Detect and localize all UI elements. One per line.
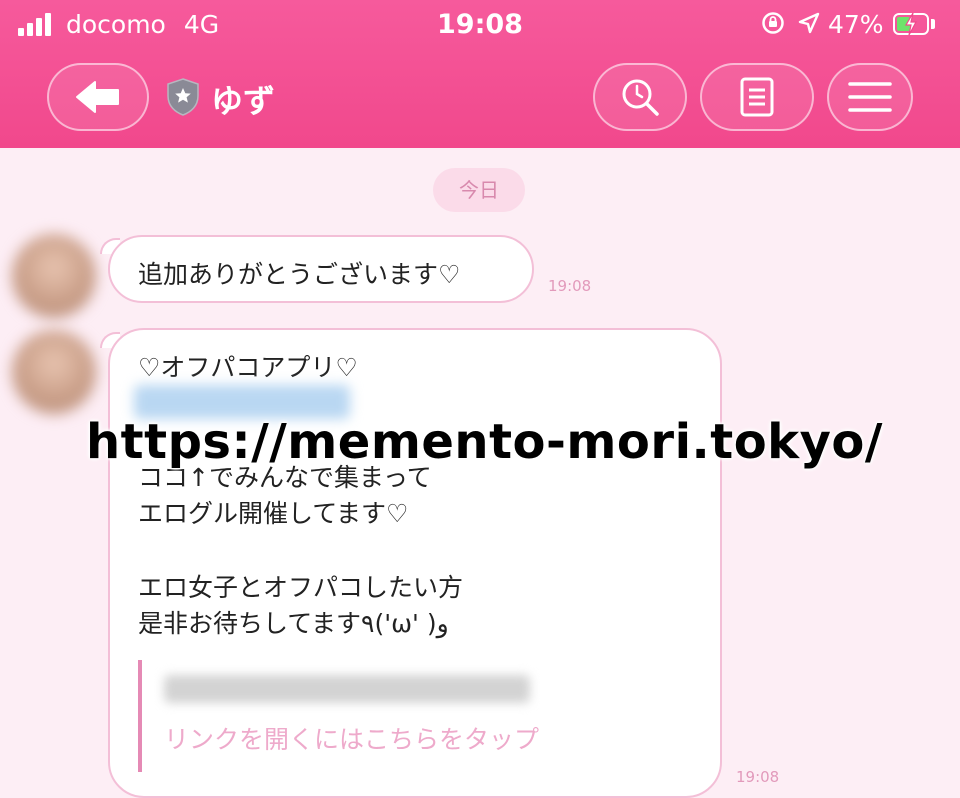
shield-star-icon — [165, 77, 201, 121]
message-time: 19:08 — [736, 768, 780, 786]
message-bubble[interactable]: 追加ありがとうございます♡ — [108, 235, 534, 303]
search-button[interactable] — [593, 63, 687, 131]
location-icon — [796, 10, 822, 42]
battery-percent: 47% — [828, 10, 884, 39]
chat-area[interactable]: 今日 追加ありがとうございます♡ 19:08 ♡オフパコアプリ♡ ココ↑でみんな… — [0, 148, 960, 798]
menu-button[interactable] — [827, 63, 913, 131]
avatar[interactable] — [12, 330, 96, 414]
menu-icon — [848, 82, 892, 112]
notes-button[interactable] — [700, 63, 814, 131]
message-line: 是非お待ちしてます٩('ω' )و — [138, 609, 449, 638]
notes-icon — [740, 77, 774, 117]
back-button[interactable] — [47, 63, 149, 131]
battery-tip — [931, 19, 935, 29]
open-link-prompt[interactable]: リンクを開くにはこちらをタップ — [164, 720, 539, 756]
battery-icon — [893, 12, 929, 36]
watermark-url: https://memento-mori.tokyo/ — [86, 414, 883, 470]
date-separator: 今日 — [433, 168, 525, 212]
status-bar: docomo 4G 19:08 47% — [0, 0, 960, 50]
blurred-url[interactable] — [164, 675, 530, 703]
message-time: 19:08 — [548, 277, 592, 295]
message-bubble[interactable]: ♡オフパコアプリ♡ ココ↑でみんなで集まって エログル開催してます♡ エロ女子と… — [108, 328, 722, 798]
rotation-lock-icon — [760, 10, 786, 42]
avatar[interactable] — [12, 234, 96, 318]
message-line: エログル開催してます♡ — [138, 499, 409, 528]
link-preview-bar — [138, 660, 142, 772]
chat-header: docomo 4G 19:08 47% ゆず — [0, 0, 960, 148]
search-icon — [622, 79, 659, 116]
message-line: ♡オフパコアプリ♡ — [138, 353, 358, 382]
back-arrow-icon — [76, 81, 119, 113]
message-line: エロ女子とオフパコしたい方 — [138, 573, 464, 602]
chat-title: ゆず — [211, 82, 276, 120]
message-text: 追加ありがとうございます♡ — [138, 260, 461, 289]
